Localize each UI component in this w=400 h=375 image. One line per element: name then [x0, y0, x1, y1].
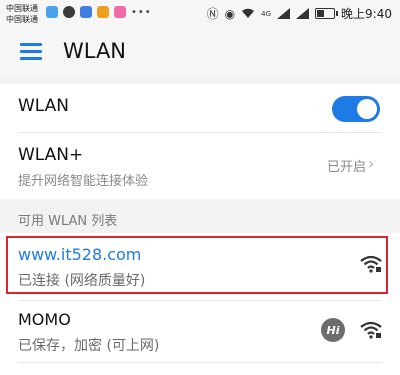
menu-icon[interactable] — [20, 43, 42, 61]
app-notification-icon — [80, 6, 92, 18]
battery-icon — [315, 8, 339, 19]
network-type-label: 4G — [261, 9, 272, 18]
network-name[interactable]: MOMO — [18, 310, 71, 329]
chevron-right-icon[interactable]: › — [368, 154, 374, 173]
signal-icon — [296, 8, 310, 19]
divider — [18, 300, 382, 301]
carrier-info: 中国联通 中国联通 — [6, 3, 38, 25]
app-notification-icon — [97, 6, 109, 18]
more-notifications: ••• — [131, 6, 152, 18]
eye-comfort-icon: ◉ — [224, 6, 236, 21]
wifi-status-icon — [242, 8, 255, 18]
carrier-2: 中国联通 — [6, 15, 38, 24]
wechat-icon — [63, 6, 75, 18]
app-notification-icon — [46, 6, 58, 18]
wlan-plus-subtitle: 提升网络智能连接体验 — [18, 174, 149, 189]
wifi-locked-icon — [360, 321, 382, 339]
network-status: 已保存，加密 (可上网) — [18, 338, 160, 354]
wlan-plus-label[interactable]: WLAN+ — [18, 145, 83, 165]
system-status: Ⓝ ◉ 4G 晚上9:40 — [207, 5, 392, 22]
divider — [18, 132, 382, 133]
carrier-1: 中国联通 — [6, 4, 38, 13]
wlan-toggle-switch[interactable] — [332, 96, 380, 122]
status-bar: 中国联通 中国联通 ••• Ⓝ ◉ 4G 晚上9:40 — [0, 0, 400, 30]
selected-network-highlight — [6, 236, 388, 294]
notification-icons: ••• — [46, 6, 152, 18]
wlan-plus-status: 已开启 — [326, 160, 366, 175]
page-title: WLAN — [63, 39, 127, 63]
nfc-icon: Ⓝ — [206, 7, 219, 21]
hilink-badge-icon: Hi — [321, 318, 345, 342]
app-bar: WLAN — [0, 30, 400, 76]
wlan-toggle-label: WLAN — [18, 96, 70, 116]
clock: 晚上9:40 — [341, 7, 392, 21]
signal-icon — [277, 8, 291, 19]
app-notification-icon — [114, 6, 126, 18]
toggle-knob — [357, 99, 377, 119]
section-header: 可用 WLAN 列表 — [18, 214, 118, 229]
divider — [18, 362, 382, 363]
